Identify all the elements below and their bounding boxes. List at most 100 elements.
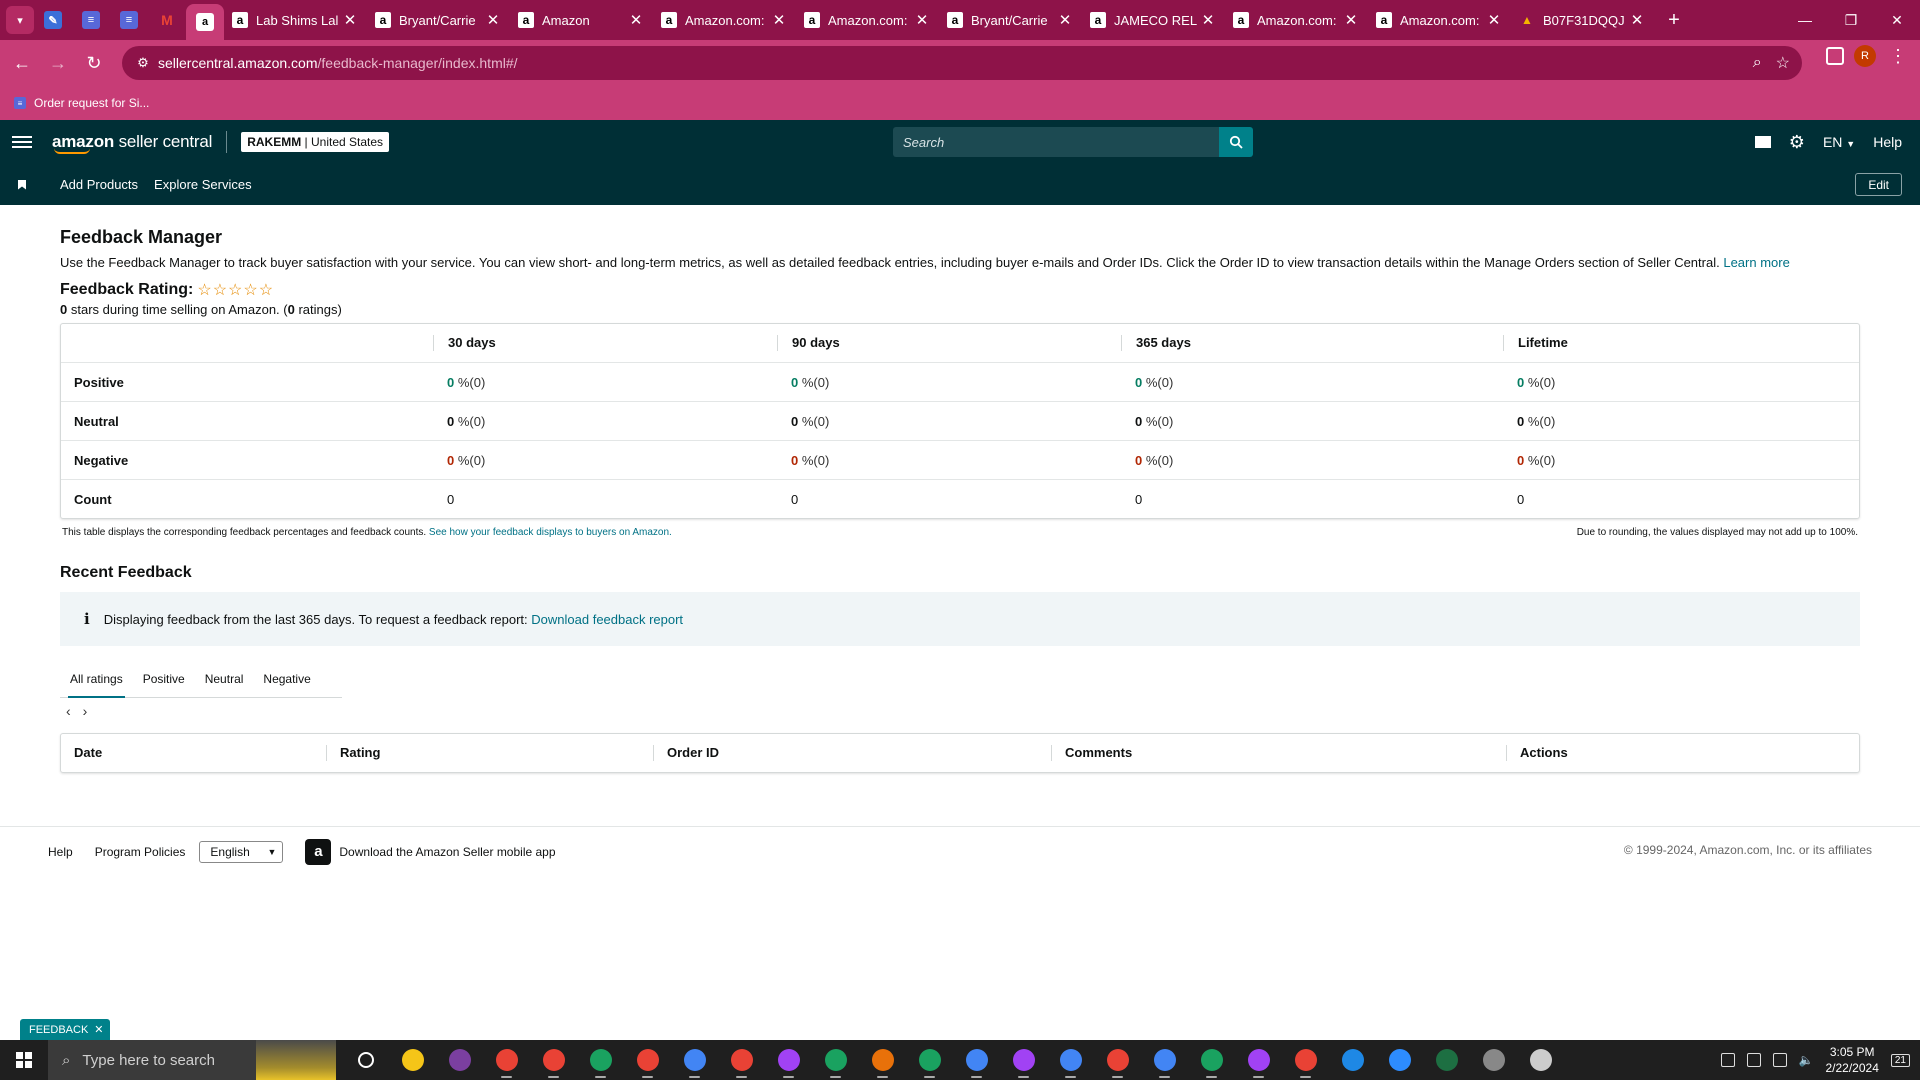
account-switcher[interactable]: RAKEMM | United States (241, 132, 390, 152)
browser-tab[interactable]: a Amazon.com: ✕ (1225, 4, 1368, 36)
notification-center-icon[interactable]: 21 (1890, 1053, 1910, 1067)
taskbar-app-icon[interactable] (436, 1040, 483, 1080)
taskbar-app-icon[interactable] (577, 1040, 624, 1080)
tray-icon[interactable] (1720, 1053, 1735, 1067)
clock[interactable]: 3:05 PM 2/22/2024 (1825, 1044, 1878, 1076)
help-link[interactable]: Help (1873, 134, 1902, 150)
browser-menu-icon[interactable]: ⋮ (1886, 46, 1910, 67)
pinned-tab-2[interactable]: ≡ (72, 4, 110, 36)
reload-button[interactable]: ↻ (76, 45, 112, 81)
taskbar-app-icon[interactable] (671, 1040, 718, 1080)
taskbar-search[interactable]: ⌕ Type here to search (48, 1040, 336, 1080)
new-tab-button[interactable]: + (1660, 9, 1688, 32)
taskbar-app-icon[interactable] (1188, 1040, 1235, 1080)
taskbar-app-icon[interactable] (812, 1040, 859, 1080)
tab-search-button[interactable]: ▾ (6, 6, 34, 34)
pinned-tab-gmail[interactable]: M (148, 4, 186, 36)
gear-icon[interactable]: ⚙ (1789, 133, 1805, 151)
close-tab-icon[interactable]: ✕ (484, 11, 502, 29)
taskbar-app-icon[interactable] (1376, 1040, 1423, 1080)
browser-tab[interactable]: a Lab Shims Lal ✕ (224, 4, 367, 36)
language-select[interactable]: English ▼ (199, 840, 284, 863)
close-tab-icon[interactable]: ✕ (627, 11, 645, 29)
mail-icon[interactable] (1754, 136, 1771, 148)
buyer-display-link[interactable]: See how your feedback displays to buyers… (429, 527, 672, 538)
tab-all-ratings[interactable]: All ratings (60, 660, 133, 698)
browser-tab[interactable]: a Amazon.com: ✕ (796, 4, 939, 36)
network-icon[interactable] (1772, 1053, 1787, 1067)
close-tab-icon[interactable]: ✕ (1342, 11, 1360, 29)
column-header-actions[interactable]: Actions (1506, 745, 1859, 761)
taskbar-app-icon[interactable] (765, 1040, 812, 1080)
column-header-order-id[interactable]: Order ID (653, 745, 1051, 761)
taskbar-app-icon[interactable] (906, 1040, 953, 1080)
url-text[interactable]: sellercentral.amazon.com/feedback-manage… (158, 55, 518, 71)
taskbar-app-icon[interactable] (1094, 1040, 1141, 1080)
browser-tab[interactable]: ▲ B07F31DQQJ ✕ (1511, 4, 1654, 36)
taskbar-app-icon[interactable] (1141, 1040, 1188, 1080)
bookmark-item[interactable]: Order request for Si... (34, 96, 149, 110)
volume-icon[interactable]: 🔈 (1799, 1053, 1814, 1067)
pinned-tab-3[interactable]: ≡ (110, 4, 148, 36)
taskbar-app-icon[interactable] (1282, 1040, 1329, 1080)
close-tab-icon[interactable]: ✕ (1056, 11, 1074, 29)
forward-button[interactable]: → (40, 45, 76, 81)
taskbar-app-icon[interactable] (718, 1040, 765, 1080)
taskbar-app-icon[interactable] (953, 1040, 1000, 1080)
taskbar-app-icon[interactable] (1235, 1040, 1282, 1080)
close-tab-icon[interactable]: ✕ (913, 11, 931, 29)
tray-icon[interactable] (1746, 1053, 1761, 1067)
taskbar-app-icon[interactable] (1517, 1040, 1564, 1080)
close-window-icon[interactable]: ✕ (1874, 0, 1920, 40)
close-tab-icon[interactable]: ✕ (770, 11, 788, 29)
zoom-icon[interactable]: ⌕ (1753, 54, 1762, 72)
download-app-link[interactable]: Download the Amazon Seller mobile app (339, 845, 555, 859)
taskbar-app-icon[interactable] (1047, 1040, 1094, 1080)
taskbar-app-icon[interactable] (530, 1040, 577, 1080)
taskbar-app-icon[interactable] (389, 1040, 436, 1080)
column-header-comments[interactable]: Comments (1051, 745, 1506, 761)
taskbar-app-icon[interactable] (483, 1040, 530, 1080)
language-selector[interactable]: EN ▼ (1823, 134, 1855, 150)
minimize-icon[interactable]: — (1782, 0, 1828, 40)
program-policies-link[interactable]: Program Policies (95, 845, 186, 859)
profile-avatar[interactable]: R (1854, 45, 1876, 67)
search-button[interactable] (1219, 127, 1253, 157)
add-products-link[interactable]: Add Products (60, 177, 138, 192)
footer-help-link[interactable]: Help (48, 845, 73, 859)
close-icon[interactable]: ✕ (94, 1023, 103, 1036)
download-feedback-report-link[interactable]: Download feedback report (531, 612, 683, 627)
chevron-right-icon[interactable]: › (83, 703, 88, 719)
close-tab-icon[interactable]: ✕ (1485, 11, 1503, 29)
bookmark-icon[interactable] (18, 179, 26, 190)
omnibox[interactable]: ⚙ sellercentral.amazon.com/feedback-mana… (122, 46, 1802, 80)
amazon-app-icon[interactable]: a (305, 838, 332, 865)
hamburger-menu-icon[interactable] (12, 136, 32, 148)
restore-icon[interactable]: ❐ (1828, 0, 1874, 40)
taskbar-app-icon[interactable] (624, 1040, 671, 1080)
taskbar-app-icon[interactable] (1000, 1040, 1047, 1080)
pinned-tab-1[interactable]: ✎ (34, 4, 72, 36)
browser-tab[interactable]: a Amazon.com: ✕ (1368, 4, 1511, 36)
taskbar-app-icon[interactable] (342, 1040, 389, 1080)
taskbar-app-icon[interactable] (859, 1040, 906, 1080)
site-info-icon[interactable]: ⚙ (128, 55, 158, 71)
taskbar-app-icon[interactable] (1470, 1040, 1517, 1080)
browser-tab[interactable]: a Bryant/Carrie ✕ (939, 4, 1082, 36)
taskbar-app-icon[interactable] (1423, 1040, 1470, 1080)
column-header-rating[interactable]: Rating (326, 745, 653, 761)
seller-central-logo[interactable]: amazon seller central (52, 132, 212, 154)
browser-tab[interactable]: a Amazon.com: ✕ (653, 4, 796, 36)
explore-services-link[interactable]: Explore Services (154, 177, 252, 192)
search-input[interactable] (893, 127, 1219, 157)
tab-neutral[interactable]: Neutral (195, 660, 254, 698)
tab-negative[interactable]: Negative (253, 660, 320, 698)
edit-button[interactable]: Edit (1855, 173, 1902, 196)
side-panel-icon[interactable] (1826, 47, 1844, 65)
chevron-left-icon[interactable]: ‹ (66, 703, 71, 719)
pinned-tab-amazon-active[interactable]: a (186, 4, 224, 40)
close-tab-icon[interactable]: ✕ (1199, 11, 1217, 29)
learn-more-link[interactable]: Learn more (1723, 255, 1789, 270)
bookmark-star-icon[interactable]: ☆ (1776, 53, 1790, 73)
taskbar-app-icon[interactable] (1329, 1040, 1376, 1080)
